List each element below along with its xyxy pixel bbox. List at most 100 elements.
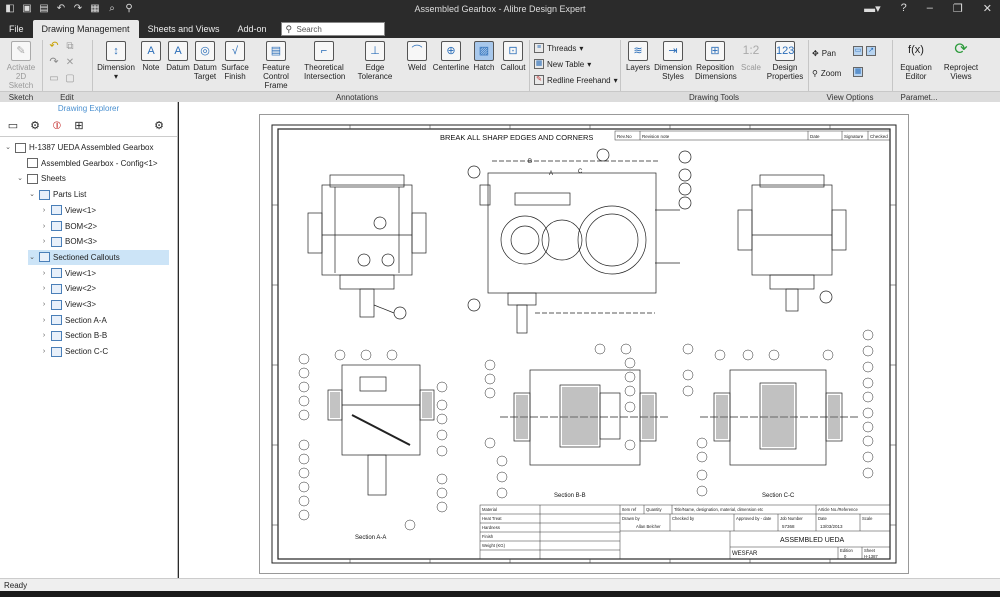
sheet-settings-icon[interactable]: ⚙ — [28, 119, 42, 133]
edit-delete-button[interactable]: ✕ — [64, 58, 76, 68]
design-properties-button[interactable]: 123 Design Properties — [766, 41, 804, 81]
reproject-views-button[interactable]: ⟳ Reproject Views — [942, 41, 980, 81]
scale-label: Scale — [862, 516, 873, 521]
new-table-button[interactable]: ▦ New Table ▾ — [534, 59, 591, 69]
edit-redo-button[interactable]: ↷ — [48, 57, 60, 68]
chevron-right-icon[interactable]: › — [40, 234, 48, 249]
tree-item[interactable]: › View<3> — [40, 297, 169, 312]
chevron-right-icon[interactable]: › — [40, 297, 48, 312]
tab-add-on[interactable]: Add-on — [228, 20, 275, 38]
tree-structure-icon[interactable]: ⊞ — [72, 119, 86, 133]
activate-2d-sketch-button[interactable]: ✎ Activate 2D Sketch — [4, 41, 38, 90]
drawing-explorer-panel: Drawing Explorer ▭ ⚙ ⦶ ⊞ ⚙ ⌄ H-1387 UEDA … — [0, 102, 178, 578]
view-toggle-1-icon[interactable]: ▭ — [853, 46, 863, 56]
scale-button[interactable]: 1:2 Scale — [738, 41, 764, 72]
chevron-right-icon[interactable]: › — [40, 344, 48, 359]
paste-icon: ▭ — [49, 73, 59, 84]
tree-item[interactable]: › View<2> — [40, 281, 169, 296]
view-option-3[interactable]: ▦ — [853, 67, 863, 77]
edge-tolerance-icon: ⊥ — [365, 41, 385, 61]
equation-editor-button[interactable]: f(x) Equation Editor — [897, 41, 935, 81]
tree-node-icon — [51, 299, 62, 310]
layers-button[interactable]: ≋ Layers — [624, 41, 652, 72]
close-button[interactable]: ✕ — [983, 2, 992, 15]
tree-item[interactable]: ⌄ Parts List — [28, 187, 169, 202]
tab-file[interactable]: File — [0, 20, 33, 38]
tree-node-icon — [27, 173, 38, 184]
tree-item[interactable]: › BOM<3> — [40, 234, 169, 249]
chevron-right-icon[interactable]: › — [40, 328, 48, 343]
chevron-right-icon[interactable]: › — [40, 313, 48, 328]
edit-undo-button[interactable]: ↶ — [48, 41, 60, 52]
datum-icon: A — [168, 41, 188, 61]
maximize-button[interactable]: ❐ — [953, 2, 963, 15]
design-properties-icon: 123 — [775, 41, 795, 61]
dimension-button[interactable]: ↕ Dimension ▾ — [96, 41, 136, 81]
tree-item-label: View<3> — [65, 300, 96, 309]
new-sheet-icon[interactable]: ▭ — [6, 119, 20, 133]
weld-button[interactable]: ⌒ Weld — [406, 41, 428, 72]
section-b-b-label: Section B-B — [554, 493, 586, 499]
help-icon[interactable]: ? — [901, 2, 907, 15]
tree-node-icon — [15, 142, 26, 153]
callout-icon: ⊡ — [503, 41, 523, 61]
redline-freehand-button[interactable]: ✎ Redline Freehand ▾ — [534, 75, 618, 85]
tree-item[interactable]: › Section B-B — [40, 328, 169, 343]
edit-copy-button[interactable]: ⧉ — [64, 42, 76, 52]
display-mode-icon[interactable]: ▬▾ — [864, 2, 881, 15]
tree-item[interactable]: › View<1> — [40, 203, 169, 218]
edit-paste-button[interactable]: ▭ — [48, 73, 60, 84]
drawing-canvas[interactable]: BREAK ALL SHARP EDGES AND CORNERS Rev.No… — [179, 102, 1000, 578]
section-view-icon[interactable]: ⦶ — [50, 119, 64, 133]
chevron-right-icon[interactable]: › — [40, 281, 48, 296]
chevron-down-icon[interactable]: ⌄ — [28, 250, 36, 265]
rev-col-note: Revision note — [642, 134, 670, 139]
tree-item[interactable]: › Section C-C — [40, 344, 169, 359]
tree-item-label: Section B-B — [65, 331, 108, 341]
hatch-button[interactable]: ▨ Hatch — [472, 41, 496, 72]
tree-item[interactable]: ⌄ Sheets — [16, 171, 169, 186]
minimize-button[interactable]: – — [927, 2, 933, 15]
dimension-icon: ↕ — [106, 41, 126, 61]
gear-icon[interactable]: ⚙ — [152, 119, 166, 133]
edit-select-button[interactable]: ▢ — [64, 74, 76, 84]
tree-item[interactable]: ⌄ Sectioned Callouts — [28, 249, 169, 265]
surface-finish-button[interactable]: √ Surface Finish — [221, 41, 249, 81]
note-button[interactable]: A Note — [140, 41, 162, 72]
centerline-button[interactable]: ⊕ Centerline — [432, 41, 470, 72]
chevron-right-icon[interactable]: › — [40, 266, 48, 281]
chevron-down-icon: ▾ — [613, 75, 618, 85]
chevron-down-icon[interactable]: ⌄ — [4, 140, 12, 155]
drawing-sheet[interactable]: BREAK ALL SHARP EDGES AND CORNERS Rev.No… — [259, 114, 909, 574]
chevron-down-icon[interactable]: ⌄ — [16, 171, 24, 186]
tree-item[interactable]: › View<1> — [40, 266, 169, 281]
edge-tolerance-button[interactable]: ⊥ Edge Tolerance — [348, 41, 402, 81]
tab-sheets-and-views[interactable]: Sheets and Views — [139, 20, 229, 38]
sheet-label: Sheet — [864, 548, 876, 553]
tree-item-label: H-1387 UEDA Assembled Gearbox — [29, 143, 154, 152]
tree-item[interactable]: › BOM<2> — [40, 219, 169, 234]
search-input[interactable]: ⚲ Search — [281, 22, 386, 36]
dimension-styles-button[interactable]: ⇥ Dimension Styles — [654, 41, 692, 81]
tree-item[interactable]: ⌄ H-1387 UEDA Assembled Gearbox — [4, 140, 169, 155]
group-edit: Edit — [60, 93, 74, 102]
view-toggle-2-icon[interactable]: ↗ — [866, 46, 876, 56]
tree-item[interactable]: › Section A-A — [40, 313, 169, 328]
datum-target-button[interactable]: ◎ Datum Target — [192, 41, 218, 81]
datum-button[interactable]: A Datum — [166, 41, 190, 72]
material-row-2: Hardness — [482, 525, 500, 530]
chevron-down-icon[interactable]: ⌄ — [28, 187, 36, 202]
threads-button[interactable]: ≡ Threads ▾ — [534, 43, 583, 53]
checked-by-label: Checked by — [672, 516, 695, 521]
feature-control-frame-button[interactable]: ▤ Feature Control Frame — [252, 41, 300, 90]
tab-drawing-management[interactable]: Drawing Management — [32, 20, 139, 38]
callout-button[interactable]: ⊡ Callout — [499, 41, 527, 72]
chevron-right-icon[interactable]: › — [40, 219, 48, 234]
tree-node-icon — [51, 315, 62, 326]
reposition-dimensions-button[interactable]: ⊞ Reposition Dimensions — [695, 41, 737, 81]
tree-item[interactable]: Assembled Gearbox - Config<1> — [16, 156, 169, 171]
theoretical-intersection-button[interactable]: ⌐ Theoretical Intersection — [304, 41, 345, 81]
chevron-right-icon[interactable]: › — [40, 203, 48, 218]
pan-button[interactable]: ✥ Pan — [812, 49, 836, 58]
zoom-button[interactable]: ⚲ Zoom — [812, 69, 841, 78]
